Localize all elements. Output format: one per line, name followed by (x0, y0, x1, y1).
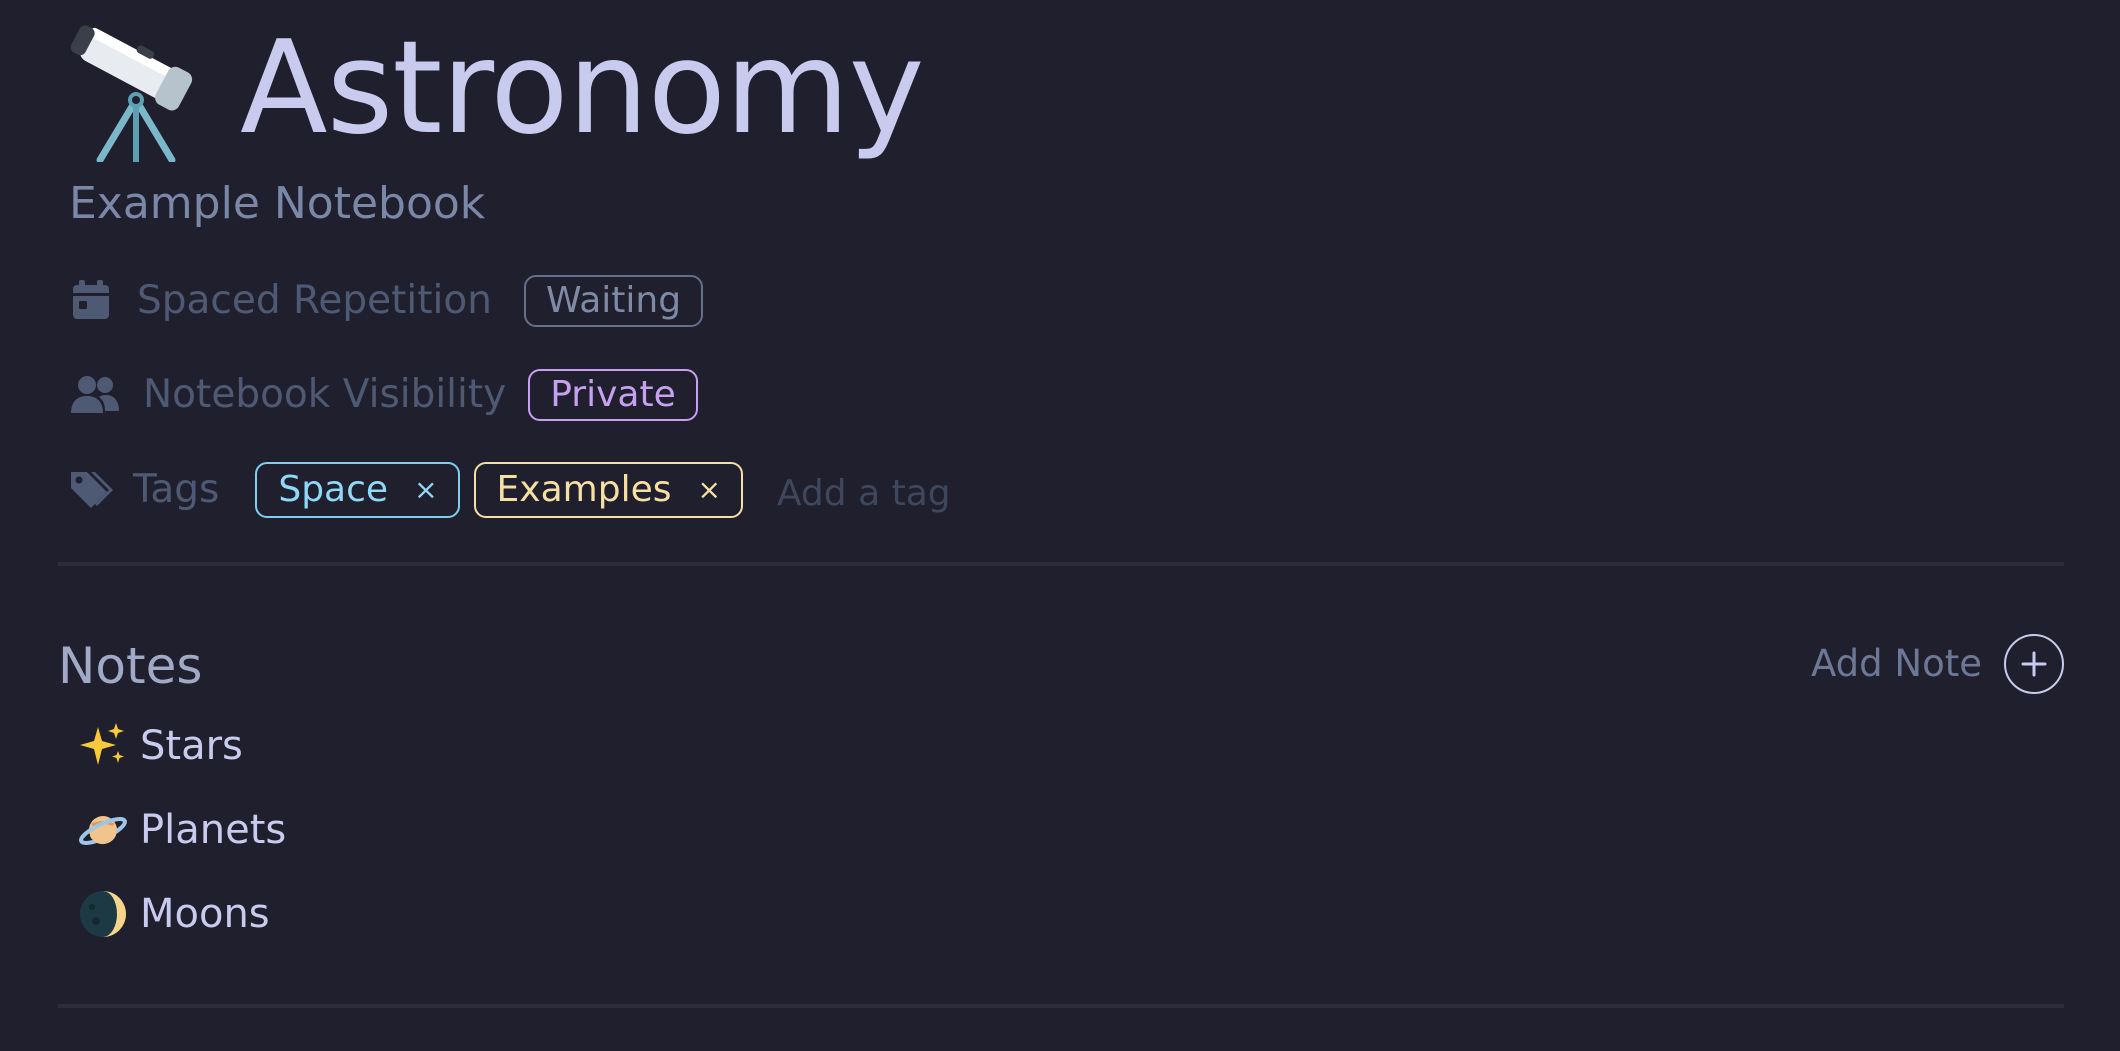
tag-label: Examples (496, 469, 672, 510)
spaced-repetition-label: Spaced Repetition (137, 278, 492, 323)
note-title: Stars (140, 723, 243, 769)
note-title: Planets (140, 807, 287, 853)
notebook-title[interactable]: Astronomy (240, 14, 924, 164)
users-icon (71, 376, 119, 413)
note-item-planets[interactable]: Planets (78, 802, 286, 858)
ringed-planet-icon (79, 816, 127, 845)
note-item-moons[interactable]: Moons (78, 886, 286, 942)
visibility-label: Notebook Visibility (143, 372, 507, 417)
note-title: Moons (140, 891, 270, 937)
crescent-moon-icon (80, 891, 126, 937)
add-note-button[interactable] (2004, 634, 2064, 694)
notebook-header (66, 22, 206, 162)
tag-chip-space[interactable]: Space × (255, 462, 460, 518)
tags-icon (71, 472, 113, 508)
telescope-icon (70, 25, 193, 162)
note-item-stars[interactable]: Stars (78, 718, 286, 774)
tags-label: Tags (133, 467, 220, 512)
tag-remove-button[interactable]: × (414, 465, 437, 515)
add-tag-input[interactable] (776, 468, 1037, 518)
section-divider-bottom (58, 1004, 2064, 1008)
sparkles-icon (80, 723, 124, 765)
plus-icon (2021, 651, 2047, 677)
spaced-repetition-status-badge[interactable]: Waiting (523, 275, 704, 327)
add-note-control[interactable]: Add Note (1811, 634, 2064, 694)
tag-label: Space (278, 469, 389, 510)
tag-chip-examples[interactable]: Examples × (473, 462, 743, 518)
calendar-icon (73, 280, 109, 319)
property-visibility: Notebook Visibility Private (69, 367, 698, 423)
notes-list: Stars Planets Moons (78, 718, 286, 970)
property-tags: Tags Space × Examples × (69, 462, 1037, 518)
notebook-page: Astronomy Example Notebook Spaced Repeti… (0, 0, 2120, 1051)
section-divider (58, 562, 2064, 566)
add-note-label[interactable]: Add Note (1811, 639, 1982, 689)
visibility-status-badge[interactable]: Private (528, 369, 698, 421)
notebook-subtitle: Example Notebook (69, 178, 486, 229)
notes-heading: Notes (58, 637, 203, 695)
tag-remove-button[interactable]: × (697, 465, 720, 515)
property-spaced-repetition: Spaced Repetition Waiting (69, 273, 704, 329)
